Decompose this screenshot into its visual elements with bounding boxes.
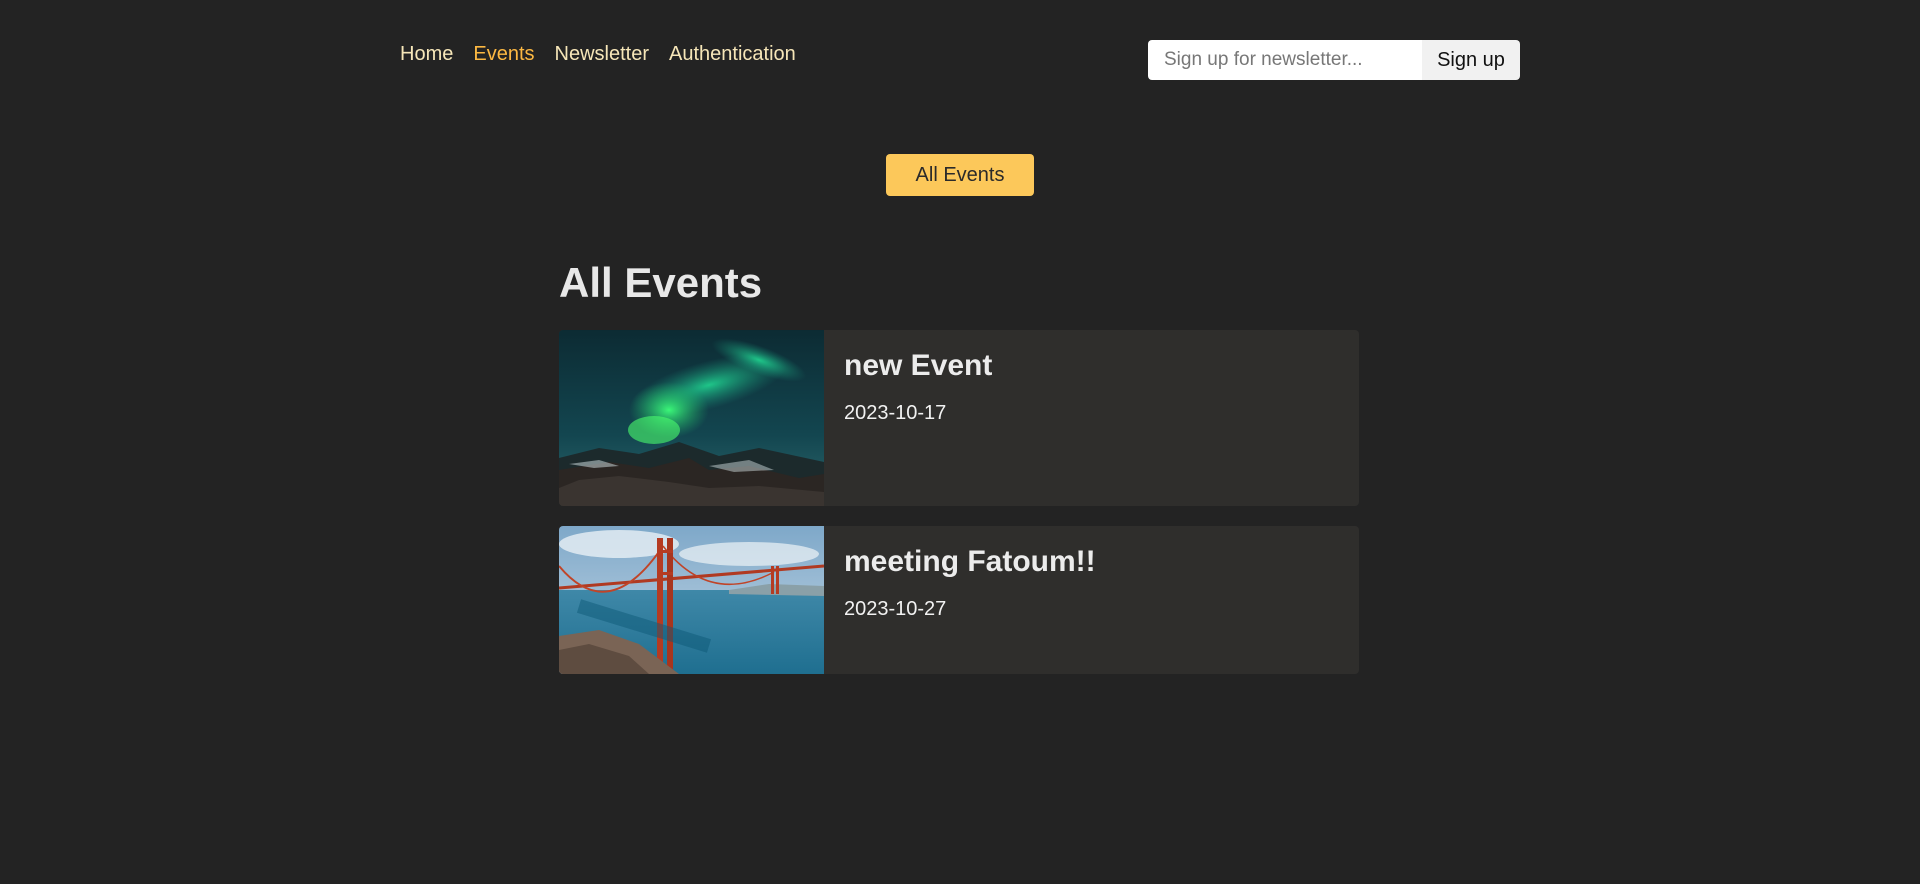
nav-link-home[interactable]: Home xyxy=(400,43,453,66)
newsletter-signup-button[interactable]: Sign up xyxy=(1422,40,1520,80)
nav-link-authentication[interactable]: Authentication xyxy=(669,43,796,66)
all-events-button[interactable]: All Events xyxy=(886,154,1034,196)
events-section: All Events new Event 2023-10-17 meeting … xyxy=(559,254,1359,694)
main-header: Home Events Newsletter Authentication Si… xyxy=(400,40,1520,80)
event-info: meeting Fatoum!! 2023-10-27 xyxy=(824,526,1116,674)
main-navigation: Home Events Newsletter Authentication xyxy=(400,43,796,66)
events-section-title: All Events xyxy=(559,259,763,306)
event-image-golden-gate-bridge xyxy=(559,526,824,674)
nav-link-events[interactable]: Events xyxy=(473,43,534,66)
newsletter-signup-form: Sign up xyxy=(1148,40,1520,80)
event-date: 2023-10-27 xyxy=(844,598,947,620)
newsletter-email-input[interactable] xyxy=(1148,40,1422,80)
nav-link-newsletter[interactable]: Newsletter xyxy=(555,43,649,66)
event-image-aurora xyxy=(559,330,824,506)
event-card[interactable]: meeting Fatoum!! 2023-10-27 xyxy=(559,526,1359,674)
event-title: new Event xyxy=(844,349,993,382)
event-title: meeting Fatoum!! xyxy=(844,545,1096,578)
event-info: new Event 2023-10-17 xyxy=(824,330,1012,506)
event-card[interactable]: new Event 2023-10-17 xyxy=(559,330,1359,506)
event-date: 2023-10-17 xyxy=(844,402,947,424)
